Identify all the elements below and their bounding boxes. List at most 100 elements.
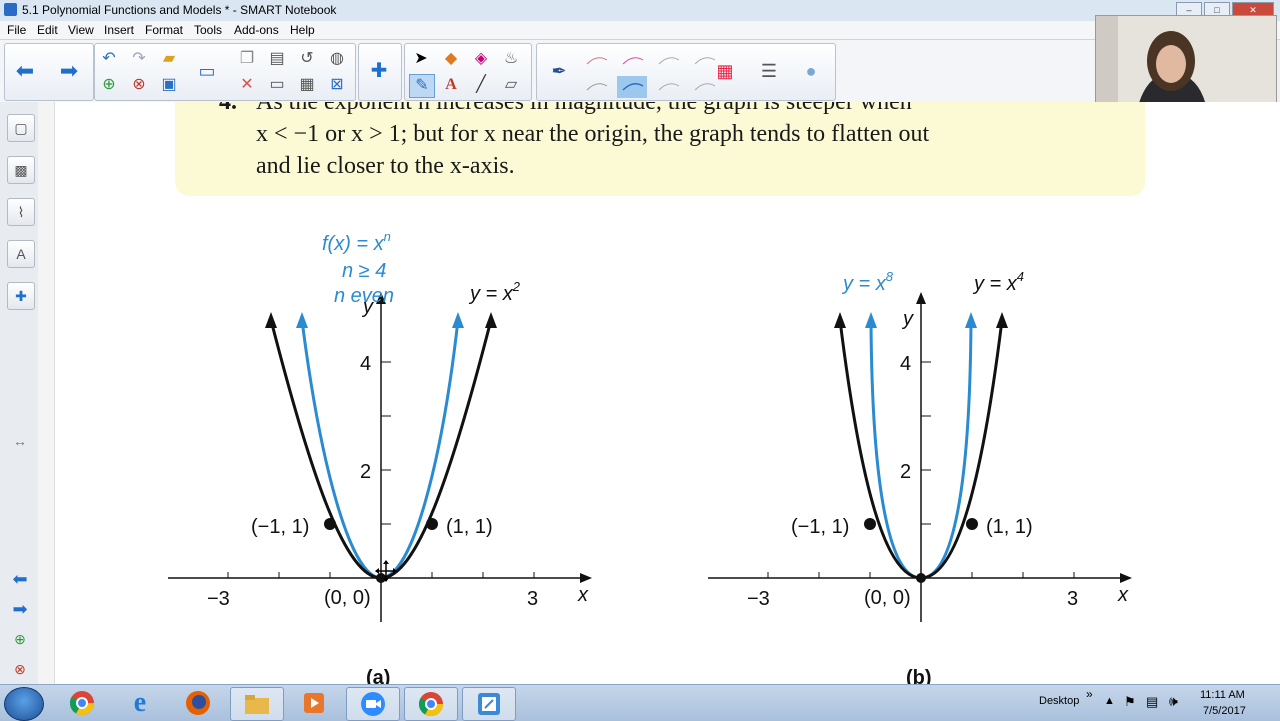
tick-y-2: 2	[900, 461, 911, 483]
table-icon[interactable]: ▦	[295, 74, 319, 96]
menu-view[interactable]: View	[68, 23, 94, 37]
graph-b: y = x8 y = x4 y x 4 2 −3 3 (−1, 1) (1, 1…	[708, 269, 1132, 684]
x-axis-arrow	[1120, 573, 1132, 583]
label-point-left: (−1, 1)	[791, 516, 849, 538]
internet-explorer-icon[interactable]: e	[114, 687, 166, 719]
point-left	[324, 518, 336, 530]
properties-icon[interactable]: A	[7, 240, 35, 268]
menu-tools[interactable]: Tools	[194, 23, 222, 37]
item-number: 4.	[219, 102, 237, 115]
zoom-icon[interactable]	[346, 687, 400, 721]
screen-shade-icon[interactable]: ↺	[295, 48, 319, 70]
screen-display-icon[interactable]: ▭	[195, 60, 219, 82]
undo-icon[interactable]: ↶	[97, 48, 121, 70]
prev-page-small-icon[interactable]: ⬅	[7, 566, 33, 592]
delete-page-icon[interactable]: ⊗	[127, 74, 151, 96]
axis-x-label: x	[577, 584, 589, 606]
media-player-icon[interactable]	[288, 687, 340, 719]
menu-help[interactable]: Help	[290, 23, 315, 37]
smart-notebook-icon[interactable]	[462, 687, 516, 721]
menu-insert[interactable]: Insert	[104, 23, 134, 37]
menu-file[interactable]: File	[7, 23, 26, 37]
attachments-icon[interactable]: ⌇	[7, 198, 35, 226]
desktop-toolbar-label[interactable]: Desktop	[1039, 695, 1079, 707]
delete-icon[interactable]: ✕	[235, 74, 259, 96]
clock-date[interactable]: 7/5/2017	[1203, 705, 1246, 717]
chrome-window-icon[interactable]	[404, 687, 458, 721]
properties-group: ✒ ▦ ☰ ●	[536, 43, 836, 101]
clear-page-icon[interactable]: ◍	[325, 48, 349, 70]
menu-format[interactable]: Format	[145, 23, 183, 37]
gallery-icon[interactable]: ▩	[7, 156, 35, 184]
label-black: y = x4	[972, 269, 1024, 295]
file-explorer-icon[interactable]	[230, 687, 284, 721]
fill-icon[interactable]: ♨	[499, 48, 523, 70]
delete-page-small-icon[interactable]: ⊗	[7, 656, 33, 682]
text-icon[interactable]: A	[439, 74, 463, 96]
caption-b: (b)	[906, 667, 932, 684]
pen-presets[interactable]	[581, 46, 731, 98]
line-icon[interactable]: ╱	[469, 74, 493, 96]
blue-arrow-left	[296, 312, 308, 328]
network-icon[interactable]: ▤	[1146, 694, 1158, 710]
firefox-icon[interactable]	[172, 687, 224, 719]
save-icon[interactable]: ▣	[157, 74, 181, 96]
select-arrow-icon[interactable]: ➤	[409, 48, 433, 70]
show-hidden-icons-icon[interactable]: ▲	[1104, 695, 1115, 707]
axis-x-label: x	[1117, 584, 1129, 606]
chrome-icon[interactable]	[56, 687, 108, 719]
menu-bar: File Edit View Insert Format Tools Add-o…	[0, 21, 1280, 40]
tick-y-4: 4	[900, 353, 911, 375]
addons-group: ✚	[358, 43, 402, 101]
tick-y-2: 2	[360, 461, 371, 483]
volume-icon[interactable]: 🕪	[1169, 693, 1178, 710]
menu-edit[interactable]: Edit	[37, 23, 58, 37]
copy-icon[interactable]: ❐	[235, 48, 259, 70]
label-n: n ≥ 4	[342, 260, 386, 282]
label-origin: (0, 0)	[324, 587, 371, 609]
tick-x-pos: 3	[1067, 588, 1078, 610]
pen-icon[interactable]: ✎	[409, 74, 435, 98]
vertical-scrollbar[interactable]	[38, 102, 55, 684]
start-button[interactable]	[4, 687, 44, 721]
point-right	[966, 518, 978, 530]
screen-icon[interactable]: ▭	[265, 74, 289, 96]
resize-arrow-icon[interactable]: ↔	[7, 428, 33, 454]
line-style-icon[interactable]: ☰	[757, 60, 781, 82]
puzzle-icon[interactable]: ✚	[367, 60, 391, 82]
fullscreen-icon[interactable]: ⊠	[325, 74, 349, 96]
clock-time[interactable]: 11:11 AM	[1200, 689, 1245, 701]
next-page-small-icon[interactable]: ➡	[7, 596, 33, 622]
open-folder-icon[interactable]: ▰	[157, 48, 181, 70]
label-black: y = x2	[468, 279, 521, 305]
axis-y-label: y	[361, 296, 374, 318]
previous-page-icon[interactable]: ⬅	[13, 60, 37, 82]
eraser-tool-icon[interactable]: ▱	[499, 74, 523, 96]
toolbar-chevron-icon[interactable]: »	[1086, 687, 1093, 701]
add-page-icon[interactable]: ⊕	[97, 74, 121, 96]
pen-style-icon[interactable]: ✒	[547, 60, 571, 82]
presenter-image	[1096, 16, 1276, 116]
eraser-icon[interactable]: ◈	[469, 48, 493, 70]
side-tabs: ▢ ▩ ⌇ A ✚ ↔ ⬅ ➡ ⊕ ⊗	[0, 102, 39, 684]
label-blue: y = x8	[841, 269, 894, 295]
action-center-flag-icon[interactable]: ⚑	[1124, 694, 1136, 710]
move-cursor-icon	[375, 560, 397, 582]
black-arrow-right	[485, 312, 497, 328]
transparency-icon[interactable]: ●	[799, 60, 823, 82]
axis-y-label: y	[901, 308, 914, 330]
addons-icon[interactable]: ✚	[7, 282, 35, 310]
x-axis-arrow	[580, 573, 592, 583]
capture-icon[interactable]: ▤	[265, 48, 289, 70]
title-bar: 5.1 Polynomial Functions and Models * - …	[0, 0, 1280, 22]
color-palette-icon[interactable]: ▦	[713, 60, 737, 82]
shape-icon[interactable]: ◆	[439, 48, 463, 70]
page-sorter-icon[interactable]: ▢	[7, 114, 35, 142]
next-page-icon[interactable]: ➡	[57, 60, 81, 82]
menu-addons[interactable]: Add-ons	[234, 23, 279, 37]
point-left	[864, 518, 876, 530]
taskbar: e Desktop » ▲ ⚑ ▤ 🕪 11:11 AM 7/5/2017	[0, 684, 1280, 721]
add-page-small-icon[interactable]: ⊕	[7, 626, 33, 652]
redo-icon[interactable]: ↷	[127, 48, 151, 70]
tick-x-pos: 3	[527, 588, 538, 610]
